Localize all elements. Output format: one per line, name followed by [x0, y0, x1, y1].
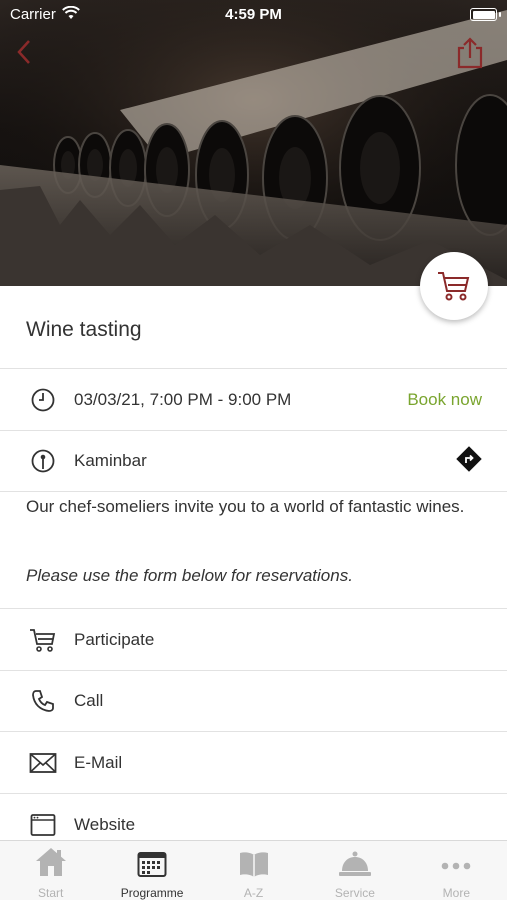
tab-label: Service — [334, 886, 375, 900]
tab-more[interactable]: More — [406, 841, 507, 900]
location-pin-icon — [28, 446, 58, 476]
divider — [0, 793, 507, 794]
calendar-icon — [137, 845, 167, 878]
event-description: Our chef-someliers invite you to a world… — [26, 497, 465, 516]
divider — [0, 491, 507, 492]
email-row[interactable]: E-Mail — [0, 733, 507, 793]
participate-label: Participate — [74, 630, 155, 649]
tab-programme[interactable]: Programme — [101, 841, 202, 900]
divider — [0, 608, 507, 609]
bell-icon — [338, 845, 371, 878]
share-icon — [457, 37, 483, 69]
tab-label: Start — [38, 886, 64, 900]
browser-icon — [28, 810, 58, 840]
tab-label: Programme — [120, 886, 184, 900]
tab-a-z[interactable]: A-Z — [203, 841, 304, 900]
directions-button[interactable] — [456, 445, 482, 477]
date-row: 03/03/21, 7:00 PM - 9:00 PM Book now — [0, 370, 507, 430]
book-icon — [239, 845, 269, 878]
location-row[interactable]: Kaminbar — [0, 431, 507, 491]
clock-icon — [28, 385, 58, 415]
hero-image: Carrier 4:59 PM — [0, 0, 507, 286]
home-icon — [34, 845, 68, 878]
book-now-link[interactable]: Book now — [407, 390, 482, 410]
page-title: Wine tasting — [26, 318, 142, 341]
website-label: Website — [74, 815, 136, 834]
clock: 4:59 PM — [225, 6, 282, 23]
battery-tip — [499, 12, 501, 17]
event-datetime: 03/03/21, 7:00 PM - 9:00 PM — [74, 390, 292, 409]
call-label: Call — [74, 691, 104, 710]
tab-bar: Start Programme A-Z Service More — [0, 840, 507, 900]
tab-start[interactable]: Start — [0, 841, 101, 900]
email-label: E-Mail — [74, 753, 123, 772]
directions-icon — [456, 445, 482, 472]
cart-icon — [28, 625, 58, 655]
tab-label: A-Z — [243, 886, 264, 900]
tab-service[interactable]: Service — [304, 841, 405, 900]
call-row[interactable]: Call — [0, 671, 507, 731]
back-button[interactable] — [10, 36, 38, 68]
divider — [0, 731, 507, 732]
cart-button[interactable] — [420, 252, 488, 320]
wine-bottles-photo — [0, 0, 507, 286]
tab-label: More — [442, 886, 470, 900]
mail-icon — [28, 748, 58, 778]
share-button[interactable] — [455, 36, 485, 70]
cart-icon — [438, 272, 470, 301]
participate-row[interactable]: Participate — [0, 610, 507, 670]
status-bar: Carrier 4:59 PM — [0, 0, 507, 30]
more-icon — [440, 845, 472, 878]
phone-icon — [28, 686, 58, 716]
battery-icon — [470, 8, 497, 21]
reservation-note: Please use the form below for reservatio… — [26, 566, 353, 585]
chevron-left-icon — [17, 40, 30, 64]
location-name: Kaminbar — [74, 451, 147, 470]
divider — [0, 368, 507, 369]
